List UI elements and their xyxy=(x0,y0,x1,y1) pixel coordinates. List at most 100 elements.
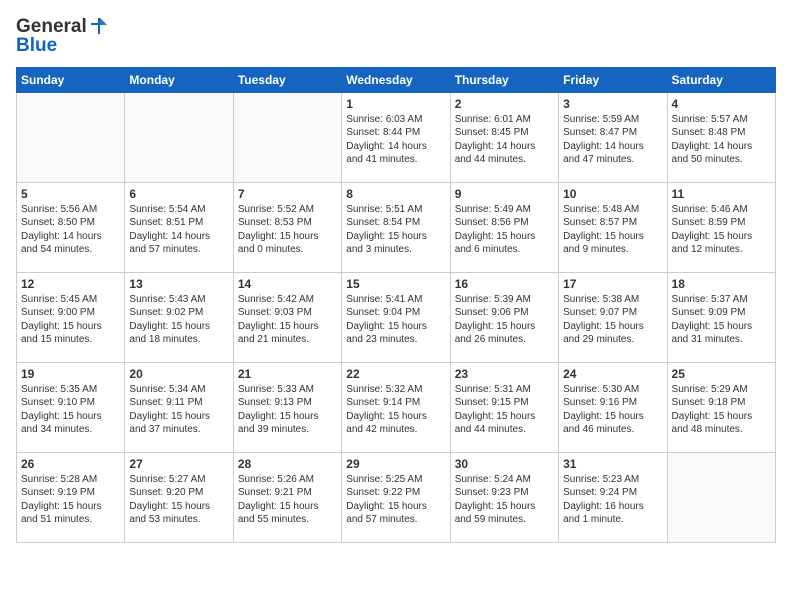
calendar-cell: 16Sunrise: 5:39 AM Sunset: 9:06 PM Dayli… xyxy=(450,272,558,362)
week-row-5: 26 Sunrise: 5:28 AM Sunset: 9:19 PM Dayli… xyxy=(17,452,776,542)
day-info: Sunrise: 5:49 AM Sunset: 8:56 PM Dayligh… xyxy=(455,203,554,257)
weekday-header-row: SundayMondayTuesdayWednesdayThursdayFrid… xyxy=(17,67,776,92)
day-info: Sunrise: 5:43 AM Sunset: 9:02 PM Dayligh… xyxy=(129,293,228,347)
day-number: 1 xyxy=(346,97,445,111)
week-row-1: 1 Sunrise: 6:03 AM Sunset: 8:44 PM Daylig… xyxy=(17,92,776,182)
day-info: Sunrise: 5:35 AM Sunset: 9:10 PM Dayligh… xyxy=(21,383,120,437)
week-row-2: 5 Sunrise: 5:56 AM Sunset: 8:50 PM Daylig… xyxy=(17,182,776,272)
calendar-cell: 27 Sunrise: 5:27 AM Sunset: 9:20 PM Dayli… xyxy=(125,452,233,542)
calendar-cell: 23 Sunrise: 5:31 AM Sunset: 9:15 PM Dayli… xyxy=(450,362,558,452)
calendar-cell xyxy=(667,452,775,542)
day-number: 25 xyxy=(672,367,771,381)
day-info: Sunrise: 5:29 AM Sunset: 9:18 PM Dayligh… xyxy=(672,383,771,437)
day-info: Sunrise: 5:59 AM Sunset: 8:47 PM Dayligh… xyxy=(563,113,662,167)
day-number: 22 xyxy=(346,367,445,381)
day-number: 28 xyxy=(238,457,337,471)
weekday-header-wednesday: Wednesday xyxy=(342,67,450,92)
weekday-header-friday: Friday xyxy=(559,67,667,92)
day-number: 24 xyxy=(563,367,662,381)
calendar-table: SundayMondayTuesdayWednesdayThursdayFrid… xyxy=(16,67,776,543)
calendar-cell: 31 Sunrise: 5:23 AM Sunset: 9:24 PM Dayli… xyxy=(559,452,667,542)
calendar-cell: 4 Sunrise: 5:57 AM Sunset: 8:48 PM Daylig… xyxy=(667,92,775,182)
logo: General Blue xyxy=(16,16,109,57)
calendar-cell: 28 Sunrise: 5:26 AM Sunset: 9:21 PM Dayli… xyxy=(233,452,341,542)
day-info: Sunrise: 5:33 AM Sunset: 9:13 PM Dayligh… xyxy=(238,383,337,437)
day-number: 10 xyxy=(563,187,662,201)
calendar-cell: 9 Sunrise: 5:49 AM Sunset: 8:56 PM Daylig… xyxy=(450,182,558,272)
weekday-header-tuesday: Tuesday xyxy=(233,67,341,92)
day-number: 17 xyxy=(563,277,662,291)
day-info: Sunrise: 5:31 AM Sunset: 9:15 PM Dayligh… xyxy=(455,383,554,437)
calendar-cell: 13 Sunrise: 5:43 AM Sunset: 9:02 PM Dayli… xyxy=(125,272,233,362)
day-info: Sunrise: 5:46 AM Sunset: 8:59 PM Dayligh… xyxy=(672,203,771,257)
day-info: Sunrise: 5:51 AM Sunset: 8:54 PM Dayligh… xyxy=(346,203,445,257)
day-number: 20 xyxy=(129,367,228,381)
calendar-cell: 7 Sunrise: 5:52 AM Sunset: 8:53 PM Daylig… xyxy=(233,182,341,272)
week-row-4: 19 Sunrise: 5:35 AM Sunset: 9:10 PM Dayli… xyxy=(17,362,776,452)
logo-flag-icon xyxy=(87,16,109,38)
calendar-cell: 8Sunrise: 5:51 AM Sunset: 8:54 PM Daylig… xyxy=(342,182,450,272)
day-number: 15 xyxy=(346,277,445,291)
weekday-header-saturday: Saturday xyxy=(667,67,775,92)
calendar-cell: 26 Sunrise: 5:28 AM Sunset: 9:19 PM Dayli… xyxy=(17,452,125,542)
day-info: Sunrise: 5:23 AM Sunset: 9:24 PM Dayligh… xyxy=(563,473,662,527)
calendar-cell: 12Sunrise: 5:45 AM Sunset: 9:00 PM Dayli… xyxy=(17,272,125,362)
day-number: 5 xyxy=(21,187,120,201)
day-number: 6 xyxy=(129,187,228,201)
day-info: Sunrise: 5:26 AM Sunset: 9:21 PM Dayligh… xyxy=(238,473,337,527)
week-row-3: 12Sunrise: 5:45 AM Sunset: 9:00 PM Dayli… xyxy=(17,272,776,362)
day-info: Sunrise: 5:52 AM Sunset: 8:53 PM Dayligh… xyxy=(238,203,337,257)
day-info: Sunrise: 5:54 AM Sunset: 8:51 PM Dayligh… xyxy=(129,203,228,257)
calendar-cell: 3Sunrise: 5:59 AM Sunset: 8:47 PM Daylig… xyxy=(559,92,667,182)
calendar-cell: 5 Sunrise: 5:56 AM Sunset: 8:50 PM Daylig… xyxy=(17,182,125,272)
calendar-cell: 19 Sunrise: 5:35 AM Sunset: 9:10 PM Dayli… xyxy=(17,362,125,452)
day-info: Sunrise: 5:39 AM Sunset: 9:06 PM Dayligh… xyxy=(455,293,554,347)
day-info: Sunrise: 5:24 AM Sunset: 9:23 PM Dayligh… xyxy=(455,473,554,527)
logo-blue-label: Blue xyxy=(16,36,57,57)
day-info: Sunrise: 5:30 AM Sunset: 9:16 PM Dayligh… xyxy=(563,383,662,437)
day-number: 2 xyxy=(455,97,554,111)
day-info: Sunrise: 5:42 AM Sunset: 9:03 PM Dayligh… xyxy=(238,293,337,347)
day-number: 4 xyxy=(672,97,771,111)
calendar-cell: 17 Sunrise: 5:38 AM Sunset: 9:07 PM Dayli… xyxy=(559,272,667,362)
day-info: Sunrise: 5:45 AM Sunset: 9:00 PM Dayligh… xyxy=(21,293,120,347)
weekday-header-thursday: Thursday xyxy=(450,67,558,92)
day-number: 11 xyxy=(672,187,771,201)
day-number: 9 xyxy=(455,187,554,201)
day-number: 13 xyxy=(129,277,228,291)
day-number: 18 xyxy=(672,277,771,291)
calendar-cell: 15Sunrise: 5:41 AM Sunset: 9:04 PM Dayli… xyxy=(342,272,450,362)
calendar-cell xyxy=(233,92,341,182)
calendar-cell: 22 Sunrise: 5:32 AM Sunset: 9:14 PM Dayli… xyxy=(342,362,450,452)
calendar-cell: 24 Sunrise: 5:30 AM Sunset: 9:16 PM Dayli… xyxy=(559,362,667,452)
day-number: 27 xyxy=(129,457,228,471)
page-header: General Blue xyxy=(16,16,776,57)
day-number: 14 xyxy=(238,277,337,291)
day-info: Sunrise: 5:38 AM Sunset: 9:07 PM Dayligh… xyxy=(563,293,662,347)
day-info: Sunrise: 5:56 AM Sunset: 8:50 PM Dayligh… xyxy=(21,203,120,257)
day-info: Sunrise: 6:01 AM Sunset: 8:45 PM Dayligh… xyxy=(455,113,554,167)
day-number: 31 xyxy=(563,457,662,471)
day-info: Sunrise: 5:34 AM Sunset: 9:11 PM Dayligh… xyxy=(129,383,228,437)
day-info: Sunrise: 5:28 AM Sunset: 9:19 PM Dayligh… xyxy=(21,473,120,527)
weekday-header-monday: Monday xyxy=(125,67,233,92)
logo-content: General Blue xyxy=(16,16,109,57)
page-container: General Blue SundayMondayTuesdayWednesda… xyxy=(0,0,792,553)
day-info: Sunrise: 5:37 AM Sunset: 9:09 PM Dayligh… xyxy=(672,293,771,347)
calendar-cell xyxy=(17,92,125,182)
day-info: Sunrise: 5:57 AM Sunset: 8:48 PM Dayligh… xyxy=(672,113,771,167)
day-number: 23 xyxy=(455,367,554,381)
day-number: 7 xyxy=(238,187,337,201)
calendar-cell: 18 Sunrise: 5:37 AM Sunset: 9:09 PM Dayli… xyxy=(667,272,775,362)
day-number: 26 xyxy=(21,457,120,471)
calendar-cell: 14 Sunrise: 5:42 AM Sunset: 9:03 PM Dayli… xyxy=(233,272,341,362)
day-info: Sunrise: 6:03 AM Sunset: 8:44 PM Dayligh… xyxy=(346,113,445,167)
calendar-cell: 11 Sunrise: 5:46 AM Sunset: 8:59 PM Dayli… xyxy=(667,182,775,272)
day-info: Sunrise: 5:32 AM Sunset: 9:14 PM Dayligh… xyxy=(346,383,445,437)
calendar-cell: 6 Sunrise: 5:54 AM Sunset: 8:51 PM Daylig… xyxy=(125,182,233,272)
day-number: 29 xyxy=(346,457,445,471)
day-number: 19 xyxy=(21,367,120,381)
day-info: Sunrise: 5:27 AM Sunset: 9:20 PM Dayligh… xyxy=(129,473,228,527)
calendar-cell: 2 Sunrise: 6:01 AM Sunset: 8:45 PM Daylig… xyxy=(450,92,558,182)
day-number: 30 xyxy=(455,457,554,471)
